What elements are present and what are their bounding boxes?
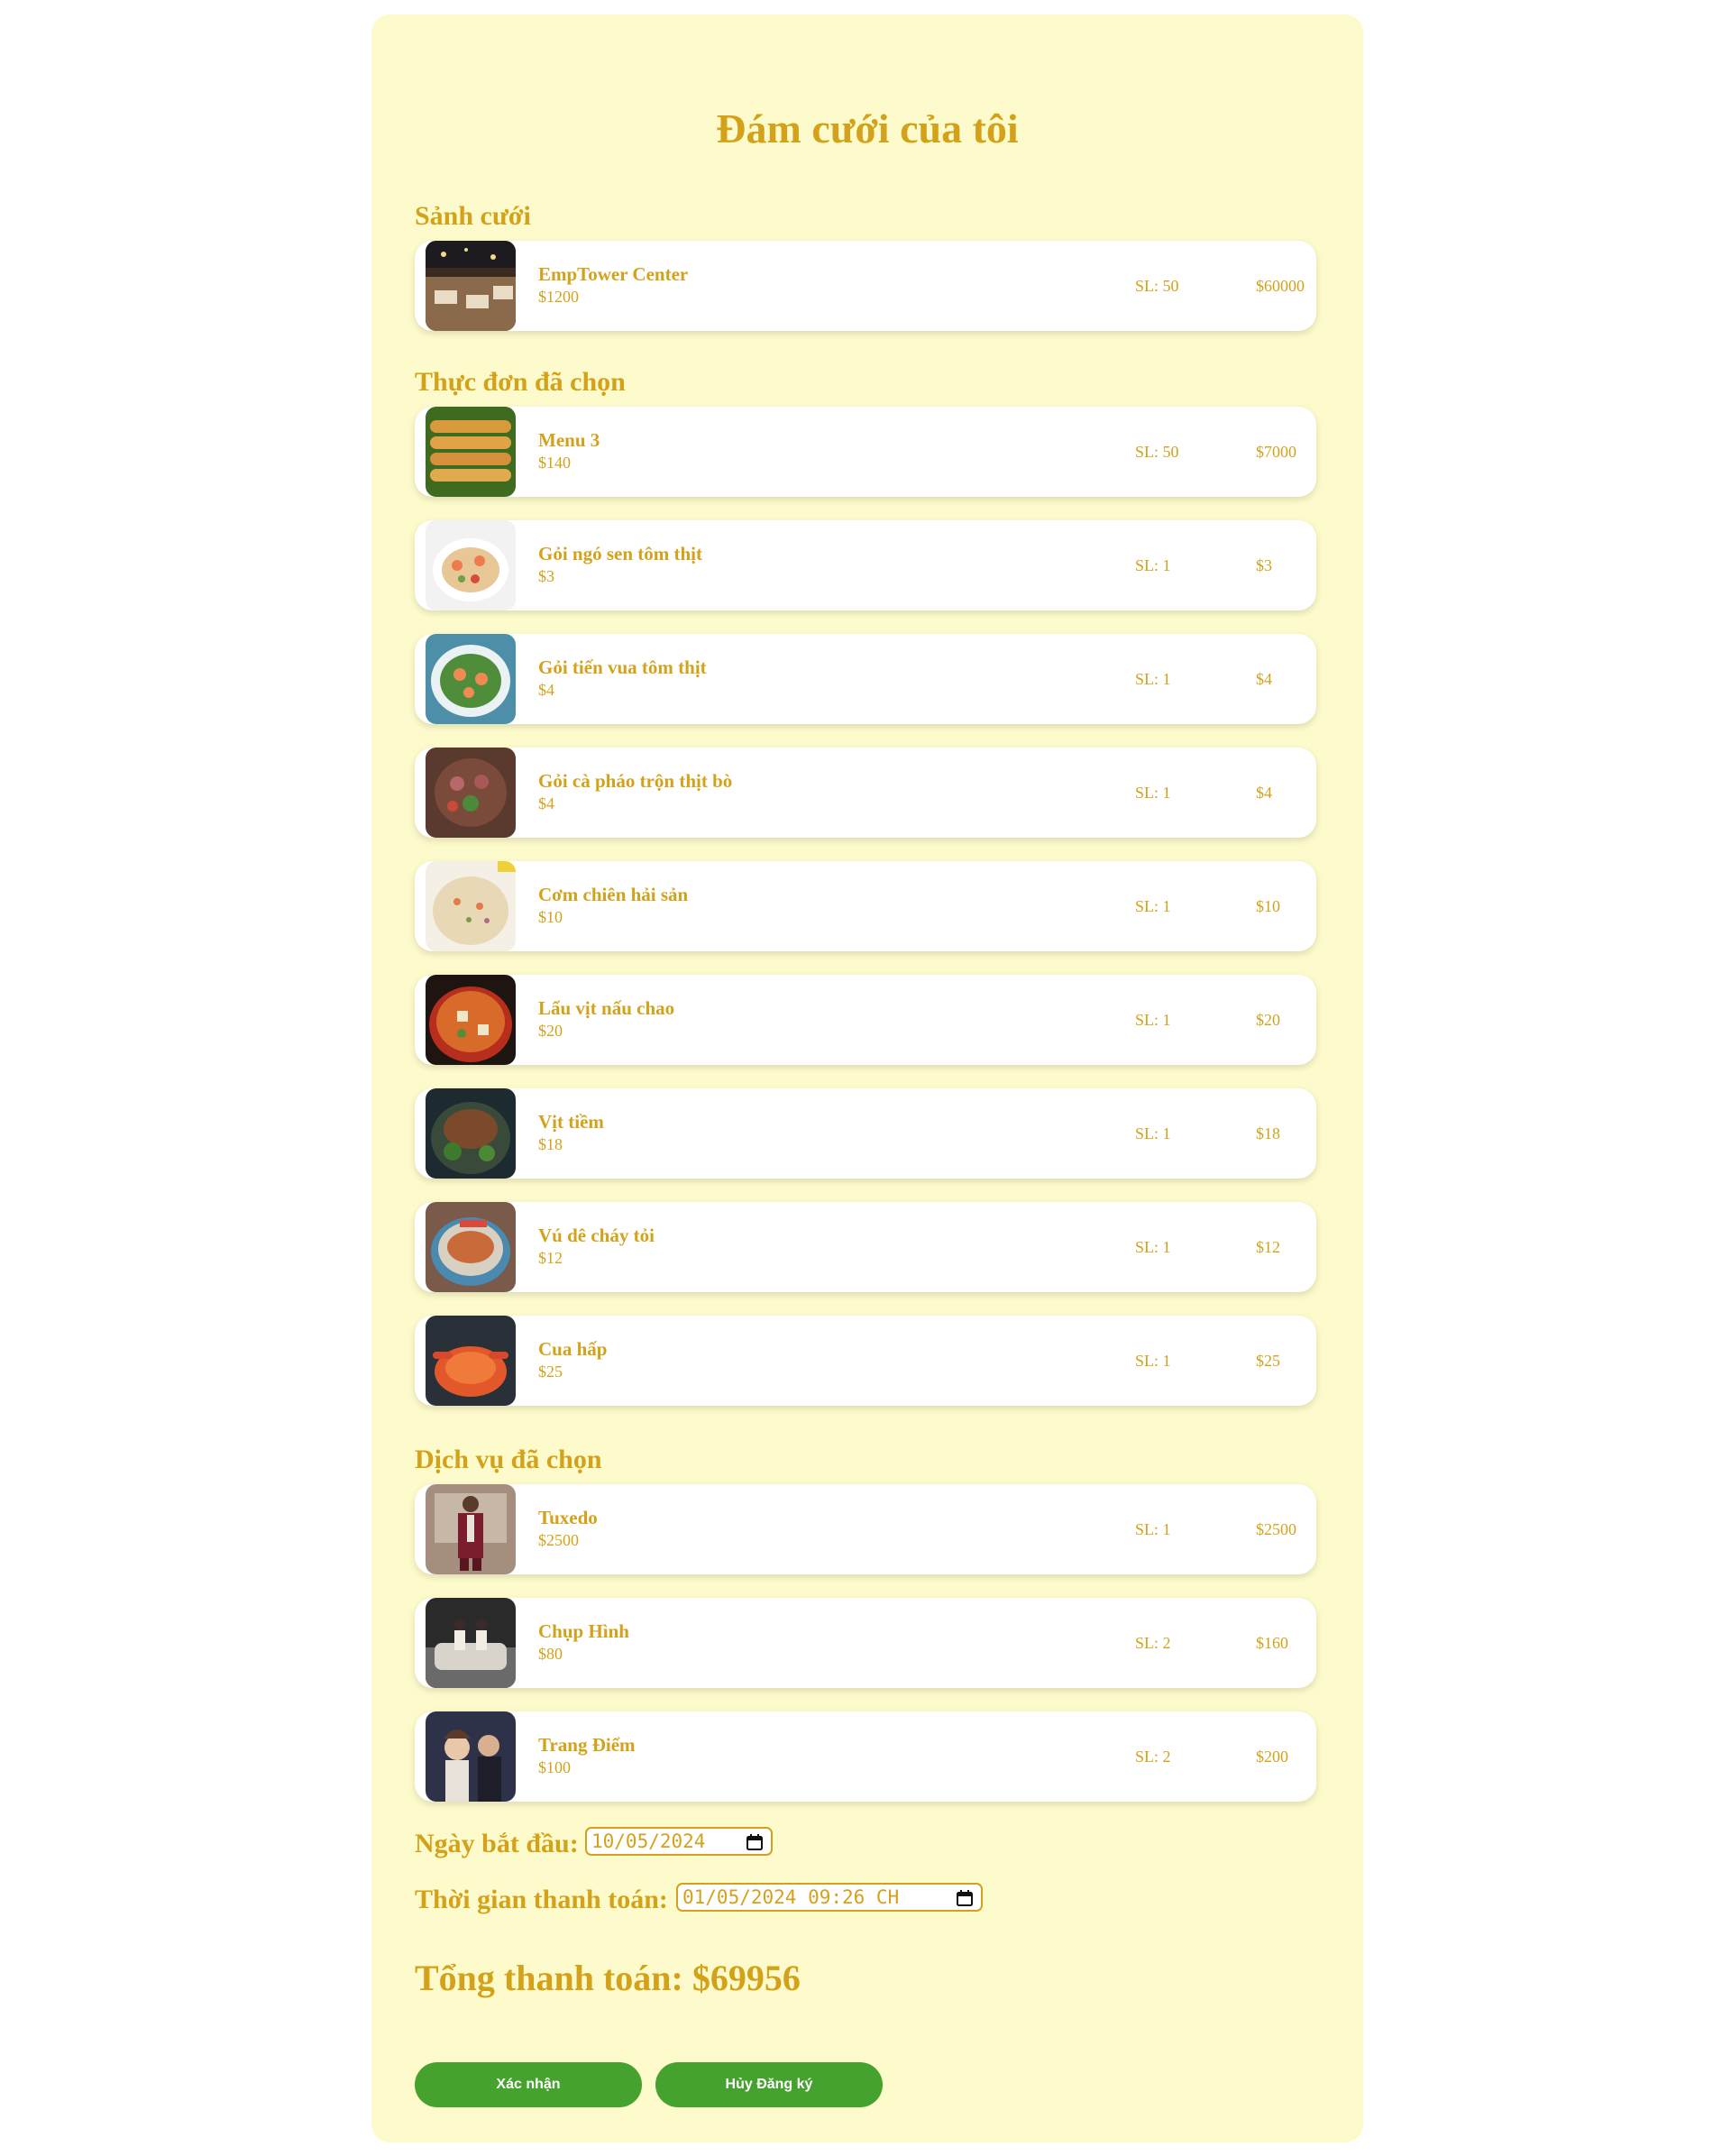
start-date-input[interactable]: 10/05/2024 <box>585 1827 773 1856</box>
service-item-price: $100 <box>538 1758 571 1776</box>
beef-salad-image <box>426 748 516 838</box>
start-date-value: 10/05/2024 <box>591 1830 706 1852</box>
menu-item-card: Gỏi ngó sen tôm thịt $3 SL: 1 $3 <box>415 520 1316 610</box>
menu-item-line-total: $20 <box>1256 1011 1280 1029</box>
menu-item-quantity: SL: 1 <box>1135 1238 1171 1256</box>
menu-item-card: Gỏi cà pháo trộn thịt bò $4 SL: 1 $4 <box>415 748 1316 838</box>
menu-item-name: Menu 3 <box>538 429 600 451</box>
menu-item-card: Vú dê cháy tỏi $12 SL: 1 $12 <box>415 1202 1316 1292</box>
service-item-line-total: $2500 <box>1256 1520 1296 1538</box>
section-title-services: Dịch vụ đã chọn <box>415 1445 602 1474</box>
wedding-photoshoot-image <box>426 1598 516 1688</box>
service-item-card: Tuxedo $2500 SL: 1 $2500 <box>415 1484 1316 1574</box>
menu-item-price: $3 <box>538 567 554 585</box>
menu-item-quantity: SL: 1 <box>1135 1352 1171 1370</box>
fried-rice-image <box>426 861 516 951</box>
payment-time-row: Thời gian thanh toán: 01/05/2024 09:26 C… <box>415 1883 1046 1915</box>
menu-item-name: Lẩu vịt nấu chao <box>538 997 675 1019</box>
section-title-hall: Sảnh cưới <box>415 201 531 231</box>
steamed-crab-image <box>426 1316 516 1406</box>
service-item-quantity: SL: 2 <box>1135 1748 1171 1766</box>
makeup-image <box>426 1711 516 1802</box>
service-item-line-total: $160 <box>1256 1634 1288 1652</box>
confirm-button[interactable]: Xác nhận <box>415 2062 642 2107</box>
menu-item-quantity: SL: 1 <box>1135 1124 1171 1142</box>
menu-item-name: Vịt tiềm <box>538 1111 604 1133</box>
service-item-price: $2500 <box>538 1531 579 1549</box>
menu-item-card: Menu 3 $140 SL: 50 $7000 <box>415 407 1316 497</box>
calendar-icon[interactable] <box>746 1833 764 1851</box>
menu-item-card: Cua hấp $25 SL: 1 $25 <box>415 1316 1316 1406</box>
menu-item-price: $10 <box>538 908 563 926</box>
menu-item-quantity: SL: 1 <box>1135 556 1171 574</box>
service-item-name: Chụp Hình <box>538 1620 629 1642</box>
garlic-dish-image <box>426 1202 516 1292</box>
hall-item-card: EmpTower Center $1200 SL: 50 $60000 <box>415 241 1316 331</box>
menu-item-name: Gỏi ngó sen tôm thịt <box>538 543 703 564</box>
hall-price: $1200 <box>538 288 579 306</box>
section-title-menu: Thực đơn đã chọn <box>415 367 626 397</box>
spring-rolls-image <box>426 407 516 497</box>
menu-item-card: Cơm chiên hải sản $10 SL: 1 $10 <box>415 861 1316 951</box>
menu-item-line-total: $4 <box>1256 670 1272 688</box>
menu-item-line-total: $10 <box>1256 897 1280 915</box>
menu-item-price: $25 <box>538 1362 563 1381</box>
menu-item-line-total: $18 <box>1256 1124 1280 1142</box>
menu-item-quantity: SL: 1 <box>1135 897 1171 915</box>
menu-item-line-total: $25 <box>1256 1352 1280 1370</box>
menu-item-line-total: $4 <box>1256 784 1272 802</box>
payment-time-label: Thời gian thanh toán: <box>415 1885 668 1914</box>
service-item-line-total: $200 <box>1256 1748 1288 1766</box>
menu-item-quantity: SL: 50 <box>1135 443 1179 461</box>
payment-time-input[interactable]: 01/05/2024 09:26 CH <box>676 1883 983 1912</box>
menu-item-price: $18 <box>538 1135 563 1153</box>
menu-item-card: Vịt tiềm $18 SL: 1 $18 <box>415 1088 1316 1179</box>
service-item-name: Tuxedo <box>538 1507 598 1528</box>
menu-item-name: Cua hấp <box>538 1338 608 1360</box>
tuxedo-image <box>426 1484 516 1574</box>
hall-quantity: SL: 50 <box>1135 277 1179 295</box>
service-item-quantity: SL: 1 <box>1135 1520 1171 1538</box>
hall-line-total: $60000 <box>1256 277 1305 295</box>
hall-name: EmpTower Center <box>538 263 689 285</box>
menu-item-price: $4 <box>538 681 554 699</box>
menu-item-name: Cơm chiên hải sản <box>538 884 689 905</box>
menu-item-price: $12 <box>538 1249 563 1267</box>
menu-item-quantity: SL: 1 <box>1135 784 1171 802</box>
lotus-salad-image <box>426 520 516 610</box>
menu-item-price: $140 <box>538 454 571 472</box>
service-item-price: $80 <box>538 1645 563 1663</box>
menu-item-name: Gỏi cà pháo trộn thịt bò <box>538 770 733 792</box>
menu-item-card: Gỏi tiến vua tôm thịt $4 SL: 1 $4 <box>415 634 1316 724</box>
menu-item-card: Lẩu vịt nấu chao $20 SL: 1 $20 <box>415 975 1316 1065</box>
service-item-card: Chụp Hình $80 SL: 2 $160 <box>415 1598 1316 1688</box>
service-item-card: Trang Điểm $100 SL: 2 $200 <box>415 1711 1316 1802</box>
menu-item-name: Vú dê cháy tỏi <box>538 1225 655 1246</box>
wedding-hall-image <box>426 241 516 331</box>
page-title: Đám cưới của tôi <box>716 106 1019 151</box>
payment-time-value: 01/05/2024 09:26 CH <box>682 1886 900 1908</box>
service-item-name: Trang Điểm <box>538 1734 636 1756</box>
menu-item-price: $20 <box>538 1022 563 1040</box>
calendar-icon[interactable] <box>956 1889 974 1907</box>
menu-item-line-total: $7000 <box>1256 443 1296 461</box>
braised-duck-image <box>426 1088 516 1179</box>
service-item-quantity: SL: 2 <box>1135 1634 1171 1652</box>
menu-item-price: $4 <box>538 794 554 812</box>
start-date-row: Ngày bắt đầu: 10/05/2024 <box>415 1827 884 1859</box>
menu-item-line-total: $12 <box>1256 1238 1280 1256</box>
grand-total: Tổng thanh toán: $69956 <box>415 1958 801 1998</box>
duck-hotpot-image <box>426 975 516 1065</box>
menu-item-quantity: SL: 1 <box>1135 1011 1171 1029</box>
cancel-registration-button[interactable]: Hủy Đăng ký <box>655 2062 883 2107</box>
menu-item-line-total: $3 <box>1256 556 1272 574</box>
start-date-label: Ngày bắt đầu: <box>415 1829 579 1858</box>
shrimp-salad-image <box>426 634 516 724</box>
order-summary-panel: Đám cưới của tôi Sảnh cưới EmpTower Cent… <box>371 14 1363 2142</box>
menu-item-quantity: SL: 1 <box>1135 670 1171 688</box>
menu-item-name: Gỏi tiến vua tôm thịt <box>538 656 707 678</box>
